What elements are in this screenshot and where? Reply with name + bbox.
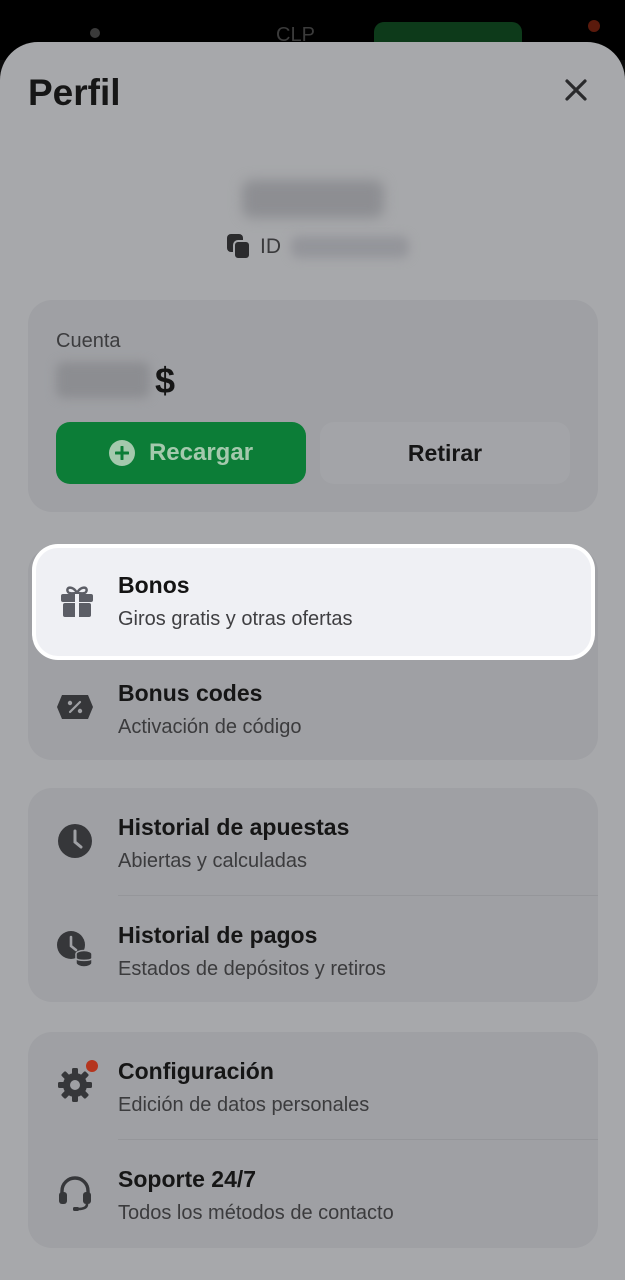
close-button[interactable] — [560, 74, 592, 106]
gift-icon — [58, 582, 96, 620]
page-title: Perfil — [28, 72, 121, 113]
username-redacted — [242, 180, 384, 218]
menu-item-subtitle: Edición de datos personales — [118, 1094, 370, 1116]
menu-item-title: Soporte 24/7 — [118, 1166, 257, 1192]
account-card: Cuenta $ Recargar Retirar — [28, 300, 598, 512]
menu-item-subtitle: Estados de depósitos y retiros — [118, 958, 386, 980]
copy-icon — [227, 234, 251, 260]
history-card: Historial de apuestas Abiertas y calcula… — [28, 788, 598, 1002]
menu-item-title: Historial de apuestas — [118, 814, 350, 840]
user-id-redacted — [291, 236, 409, 258]
withdraw-button[interactable]: Retirar — [320, 422, 570, 484]
withdraw-label: Retirar — [407, 439, 483, 466]
menu-item-subtitle: Giros gratis y otras ofertas — [118, 608, 353, 630]
background-badge — [588, 20, 600, 32]
menu-item-bonuses[interactable]: Bonos Giros gratis y otras ofertas — [36, 548, 591, 656]
clock-coins-icon — [56, 930, 94, 968]
menu-item-title: Bonos — [118, 572, 190, 598]
user-id-row[interactable]: ID — [226, 232, 409, 262]
recharge-label: Recargar — [148, 439, 254, 466]
plus-icon — [108, 440, 135, 466]
account-label: Cuenta — [56, 330, 121, 352]
balance-currency: $ — [155, 360, 176, 401]
background-dot — [90, 28, 100, 38]
menu-item-subtitle: Abiertas y calculadas — [118, 850, 307, 872]
gear-icon — [56, 1060, 98, 1104]
menu-item-subtitle: Activación de código — [118, 716, 302, 738]
coupon-icon — [56, 688, 94, 726]
menu-item-bonus-codes[interactable]: Bonus codes Activación de código — [28, 654, 598, 760]
menu-item-support[interactable]: Soporte 24/7 Todos los métodos de contac… — [28, 1140, 598, 1246]
menu-item-title: Bonus codes — [118, 680, 263, 706]
menu-item-subtitle: Todos los métodos de contacto — [118, 1202, 394, 1224]
id-label: ID — [260, 235, 281, 258]
settings-card: Configuración Edición de datos personale… — [28, 1032, 598, 1248]
profile-sheet: Perfil ID Cuenta $ Recargar Retirar Bonu… — [0, 42, 625, 1280]
clock-icon — [56, 822, 94, 860]
notification-dot — [86, 1060, 98, 1072]
recharge-button[interactable]: Recargar — [56, 422, 306, 484]
menu-item-bet-history[interactable]: Historial de apuestas Abiertas y calcula… — [28, 788, 598, 894]
close-icon — [565, 79, 587, 101]
menu-item-title: Configuración — [118, 1058, 274, 1084]
balance-redacted — [56, 362, 150, 398]
menu-item-payment-history[interactable]: Historial de pagos Estados de depósitos … — [28, 896, 598, 1002]
menu-item-title: Historial de pagos — [118, 922, 318, 948]
menu-item-settings[interactable]: Configuración Edición de datos personale… — [28, 1032, 598, 1138]
headset-icon — [56, 1174, 94, 1212]
